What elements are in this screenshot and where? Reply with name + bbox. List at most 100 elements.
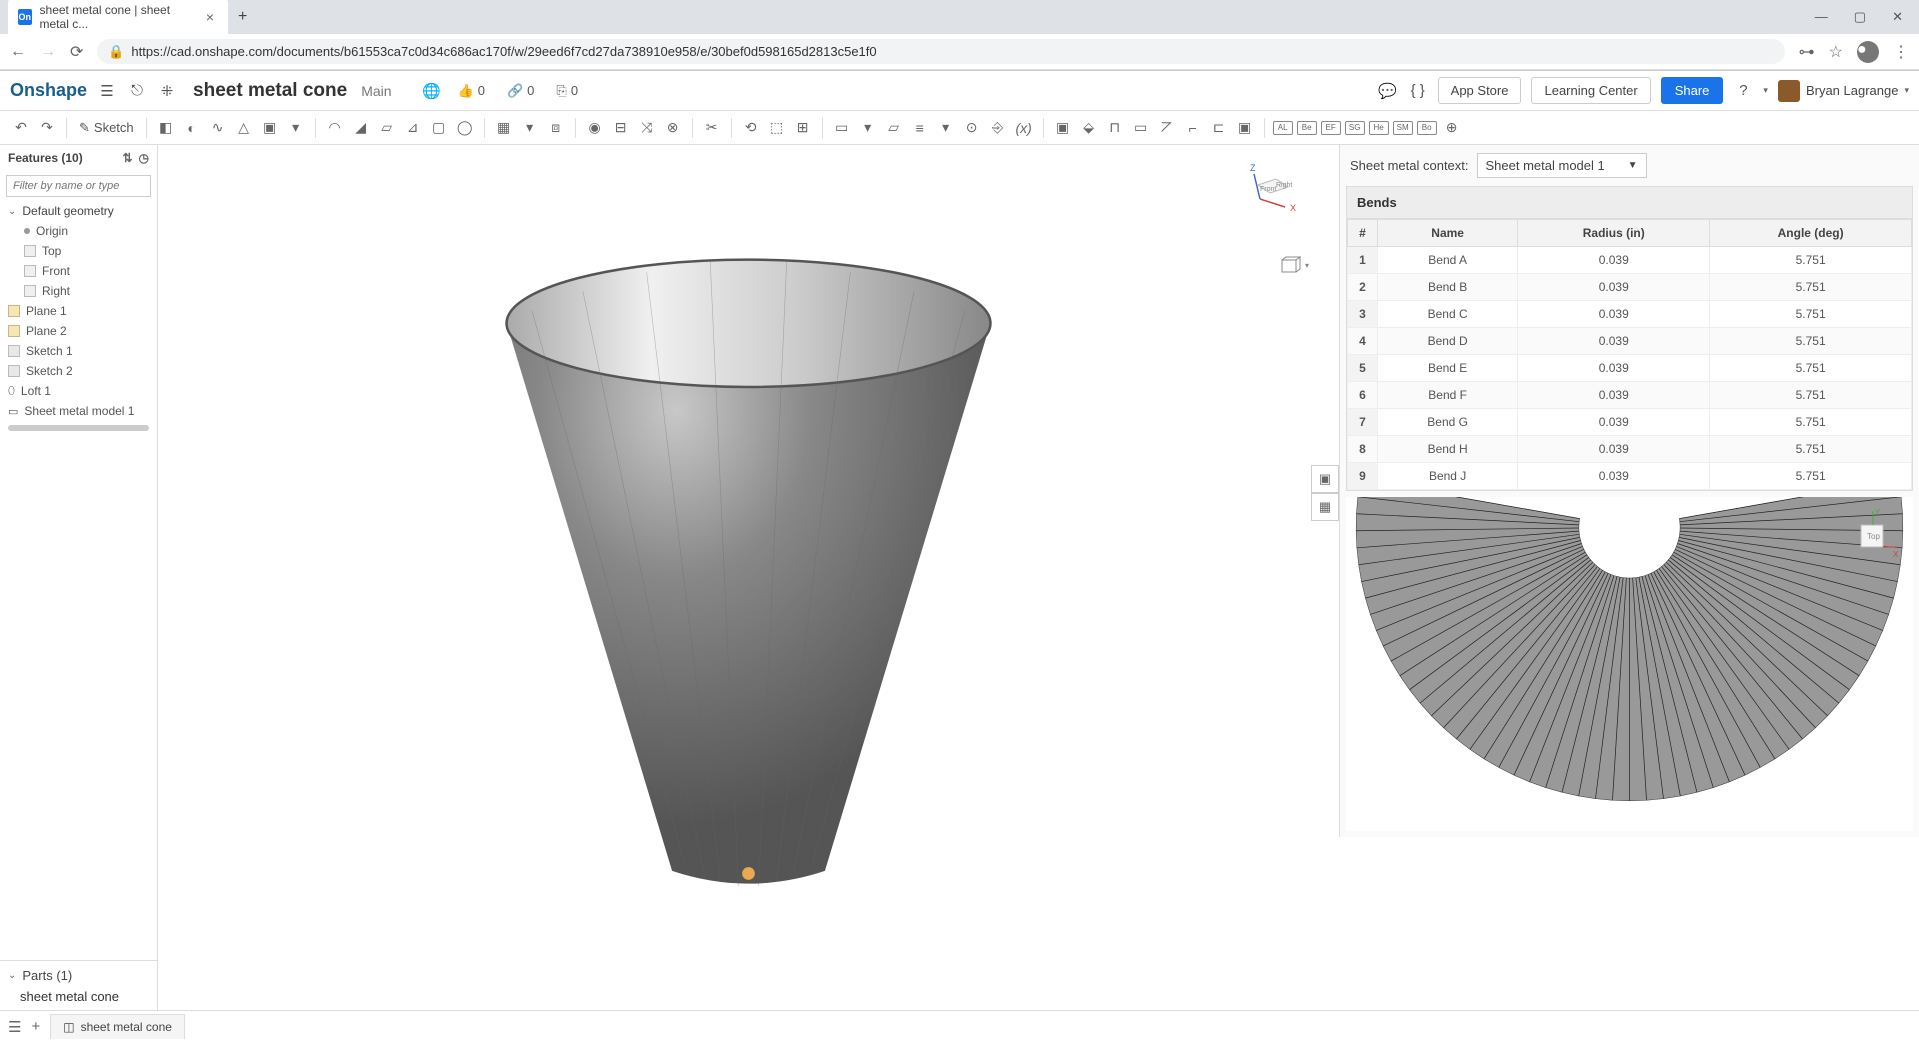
geom-icon[interactable]: ≡: [909, 117, 931, 139]
transform-icon[interactable]: ⤨: [636, 117, 658, 139]
partstudio-tab[interactable]: ◫ sheet metal cone: [50, 1014, 185, 1039]
sm-hem-icon[interactable]: ⊓: [1104, 117, 1126, 139]
tree-loft1[interactable]: ⬯Loft 1: [0, 381, 157, 401]
tree-front[interactable]: Front: [0, 261, 157, 281]
likes-count[interactable]: 👍0: [452, 83, 491, 99]
profile-icon[interactable]: ●: [1857, 41, 1879, 63]
view-cube[interactable]: X Z Front Right: [1235, 159, 1305, 229]
table-row[interactable]: 7Bend G0.0395.751: [1348, 409, 1912, 436]
rib-icon[interactable]: ⊿: [402, 117, 424, 139]
sm-model-icon[interactable]: ▣: [1052, 117, 1074, 139]
timer-icon[interactable]: ◷: [139, 151, 149, 165]
3d-viewport[interactable]: X Z Front Right ▾: [158, 145, 1339, 1011]
tree-right[interactable]: Right: [0, 281, 157, 301]
document-title[interactable]: sheet metal cone: [193, 80, 347, 102]
tree-plane1[interactable]: Plane 1: [0, 301, 157, 321]
browser-tab[interactable]: On sheet metal cone | sheet metal c... ×: [8, 0, 228, 37]
sm-flange-icon[interactable]: ⬙: [1078, 117, 1100, 139]
sketch-button[interactable]: ✎Sketch: [75, 120, 138, 136]
table-row[interactable]: 4Bend D0.0395.751: [1348, 328, 1912, 355]
table-row[interactable]: 9Bend J0.0395.751: [1348, 463, 1912, 490]
redo-icon[interactable]: ↷: [36, 117, 58, 139]
sm-drop-icon[interactable]: ▾: [857, 117, 879, 139]
tab-close-icon[interactable]: ×: [202, 9, 218, 25]
key-icon[interactable]: ⊶: [1799, 42, 1815, 62]
maximize-icon[interactable]: ▢: [1850, 5, 1870, 29]
sm-joint-icon[interactable]: ⊏: [1208, 117, 1230, 139]
sheet-metal-icon[interactable]: ▭: [831, 117, 853, 139]
custom-be[interactable]: Be: [1297, 121, 1317, 135]
variable-icon[interactable]: (x): [1013, 117, 1035, 139]
sheetmetal-tab-icon[interactable]: ▣: [1311, 465, 1339, 493]
default-geometry-group[interactable]: ⌄ Default geometry: [0, 201, 157, 221]
hole-icon[interactable]: ◯: [454, 117, 476, 139]
sm-relief-icon[interactable]: ▣: [1234, 117, 1256, 139]
custom-sm[interactable]: SM: [1393, 121, 1413, 135]
share-button[interactable]: Share: [1661, 77, 1724, 104]
part-item[interactable]: sheet metal cone: [0, 986, 157, 1007]
sweep-icon[interactable]: ∿: [207, 117, 229, 139]
flatpattern-tab-icon[interactable]: ▦: [1311, 493, 1339, 521]
boolean-icon[interactable]: ◉: [584, 117, 606, 139]
custom-ef[interactable]: EF: [1321, 121, 1341, 135]
sm-tab-icon[interactable]: ▭: [1130, 117, 1152, 139]
url-field[interactable]: 🔒 https://cad.onshape.com/documents/b615…: [97, 39, 1784, 64]
tree-sheetmetal1[interactable]: ▭Sheet metal model 1: [0, 401, 157, 421]
parts-header[interactable]: ⌄ Parts (1): [0, 965, 157, 986]
custom-bo[interactable]: Bo: [1417, 121, 1437, 135]
tabs-menu-icon[interactable]: ☰: [8, 1018, 21, 1036]
forward-icon[interactable]: →: [40, 43, 56, 61]
derived-count[interactable]: ⎘0: [550, 83, 584, 99]
tree-plane2[interactable]: Plane 2: [0, 321, 157, 341]
delete-face-icon[interactable]: ⊗: [662, 117, 684, 139]
replace-face-icon[interactable]: ⟲: [740, 117, 762, 139]
sm-corner-icon[interactable]: ⌐: [1182, 117, 1204, 139]
version-graph-icon[interactable]: ⎋: [127, 81, 147, 101]
extension-icon[interactable]: { }: [1408, 81, 1428, 101]
table-row[interactable]: 5Bend E0.0395.751: [1348, 355, 1912, 382]
table-row[interactable]: 2Bend B0.0395.751: [1348, 274, 1912, 301]
pattern-drop-icon[interactable]: ▾: [519, 117, 541, 139]
custom-sg[interactable]: SG: [1345, 121, 1365, 135]
table-row[interactable]: 8Bend H0.0395.751: [1348, 436, 1912, 463]
rollback-bar[interactable]: [8, 425, 149, 431]
draft-icon[interactable]: ▱: [376, 117, 398, 139]
loft-icon[interactable]: △: [233, 117, 255, 139]
move-face-icon[interactable]: ⬚: [766, 117, 788, 139]
view-menu-icon[interactable]: ▾: [1279, 255, 1301, 277]
col-idx[interactable]: #: [1348, 220, 1378, 247]
back-icon[interactable]: ←: [10, 43, 26, 61]
add-custom-icon[interactable]: ⊕: [1441, 117, 1463, 139]
dropdown-icon[interactable]: ▾: [285, 117, 307, 139]
manage-icon[interactable]: ⁜: [157, 81, 177, 101]
curve-icon[interactable]: ⊙: [961, 117, 983, 139]
offset-surface-icon[interactable]: ⊞: [792, 117, 814, 139]
table-row[interactable]: 1Bend A0.0395.751: [1348, 247, 1912, 274]
flat-pattern-view[interactable]: Top Y X: [1346, 497, 1913, 831]
chamfer-icon[interactable]: ◢: [350, 117, 372, 139]
reload-icon[interactable]: ⟳: [70, 42, 83, 62]
thicken-icon[interactable]: ▣: [259, 117, 281, 139]
user-menu[interactable]: Bryan Lagrange ▾: [1778, 80, 1909, 102]
geom-drop-icon[interactable]: ▾: [935, 117, 957, 139]
split-icon[interactable]: ⊟: [610, 117, 632, 139]
add-tab-icon[interactable]: +: [31, 1018, 40, 1035]
rollback-icon[interactable]: ⇅: [122, 151, 132, 165]
sm-context-select[interactable]: Sheet metal model 1 ▼: [1477, 153, 1647, 178]
globe-icon[interactable]: 🌐: [422, 81, 442, 101]
table-row[interactable]: 3Bend C0.0395.751: [1348, 301, 1912, 328]
col-name[interactable]: Name: [1378, 220, 1518, 247]
close-window-icon[interactable]: ✕: [1888, 5, 1907, 29]
mirror-icon[interactable]: ⧈: [545, 117, 567, 139]
custom-he[interactable]: He: [1369, 121, 1389, 135]
fillet-icon[interactable]: ◠: [324, 117, 346, 139]
minimize-icon[interactable]: —: [1811, 5, 1832, 29]
custom-al[interactable]: AL: [1273, 121, 1293, 135]
branch-label[interactable]: Main: [361, 83, 391, 99]
modify-fillet-icon[interactable]: ✂: [701, 117, 723, 139]
plane-icon[interactable]: ▱: [883, 117, 905, 139]
sm-bend-icon[interactable]: ⦢: [1156, 117, 1178, 139]
tree-origin[interactable]: Origin: [0, 221, 157, 241]
menu-icon[interactable]: ⋮: [1893, 42, 1909, 62]
flat-view-cube[interactable]: Top Y X: [1843, 507, 1903, 567]
